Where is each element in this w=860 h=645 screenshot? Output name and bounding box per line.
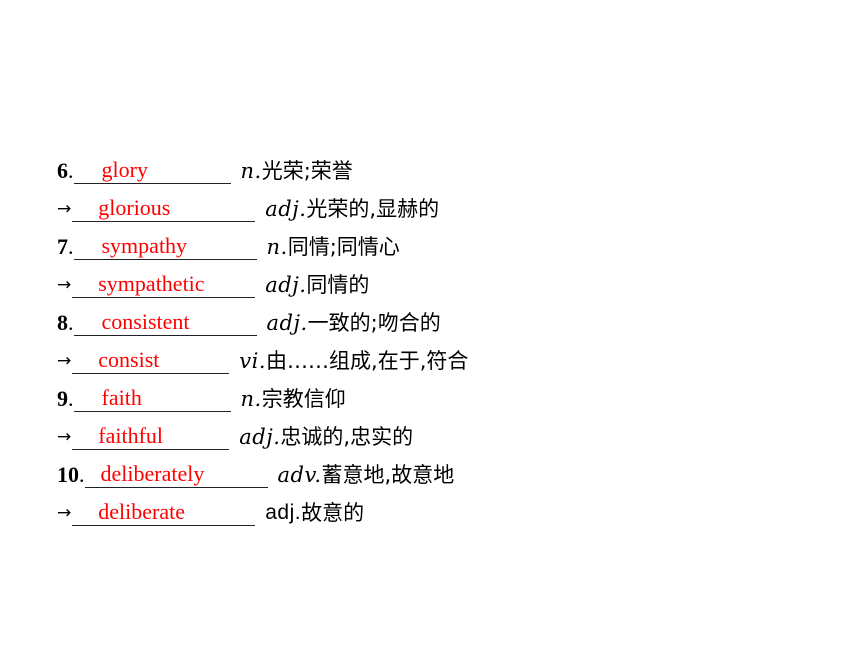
part-of-speech: adj. <box>265 501 302 524</box>
answer-text: sympathy <box>101 233 188 258</box>
definition: 同情的 <box>306 273 370 297</box>
definition: 同情;同情心 <box>287 235 400 259</box>
answer-blank: sympathy <box>73 233 257 260</box>
vocab-entry: → glorious adj. 光荣的,显赫的 <box>57 184 439 222</box>
answer-blank: glory <box>73 157 231 184</box>
answer-text: consist <box>98 347 160 372</box>
definition: 宗教信仰 <box>261 387 346 411</box>
part-of-speech: adj. <box>265 197 307 221</box>
item-number: 9 <box>57 386 68 411</box>
vocab-entry: 9. faith n. 宗教信仰 <box>57 374 346 412</box>
definition: 一致的;吻合的 <box>307 311 441 335</box>
answer-text: glory <box>101 157 148 182</box>
part-of-speech: adj. <box>239 425 281 449</box>
vocab-entry: → consist vi. 由……组成,在于,符合 <box>57 336 468 374</box>
vocab-entry: → deliberate adj. 故意的 <box>57 488 364 526</box>
derivation-arrow-icon: → <box>57 427 72 447</box>
part-of-speech: n. <box>240 159 262 183</box>
answer-blank: glorious <box>72 195 256 222</box>
answer-blank: consist <box>72 347 230 374</box>
part-of-speech: n. <box>266 235 288 259</box>
answer-blank: deliberate <box>72 499 256 526</box>
definition: 故意的 <box>301 501 365 525</box>
definition: 由……组成,在于,符合 <box>266 349 469 373</box>
answer-blank: faith <box>73 385 231 412</box>
item-number: 8 <box>57 310 68 335</box>
vocab-entry: → faithful adj. 忠诚的,忠实的 <box>57 412 413 450</box>
answer-text: sympathetic <box>98 271 205 296</box>
answer-text: consistent <box>101 309 190 334</box>
vocab-entry: → sympathetic adj. 同情的 <box>57 260 369 298</box>
definition: 蓄意地,故意地 <box>321 463 455 487</box>
answer-text: faith <box>101 385 142 410</box>
vocab-entry: 10. deliberately adv. 蓄意地,故意地 <box>57 450 454 488</box>
answer-blank: faithful <box>72 423 230 450</box>
answer-text: deliberately <box>100 461 205 486</box>
part-of-speech: adj. <box>266 311 308 335</box>
derivation-arrow-icon: → <box>57 503 72 523</box>
derivation-arrow-icon: → <box>57 351 72 371</box>
definition: 光荣;荣誉 <box>261 159 353 183</box>
part-of-speech: vi. <box>239 349 267 373</box>
item-number: 6 <box>57 158 68 183</box>
vocab-entry: 7. sympathy n. 同情;同情心 <box>57 222 400 260</box>
answer-text: faithful <box>98 423 164 448</box>
derivation-arrow-icon: → <box>57 275 72 295</box>
definition: 忠诚的,忠实的 <box>280 425 414 449</box>
part-of-speech: adv. <box>277 463 322 487</box>
part-of-speech: n. <box>240 387 262 411</box>
vocabulary-worksheet: 6. glory n. 光荣;荣誉 → glorious adj. 光荣的,显赫… <box>0 0 860 645</box>
answer-blank: sympathetic <box>72 271 256 298</box>
part-of-speech: adj. <box>265 273 307 297</box>
definition: 光荣的,显赫的 <box>306 197 440 221</box>
answer-blank: deliberately <box>84 461 268 488</box>
derivation-arrow-icon: → <box>57 199 72 219</box>
vocab-entry: 8. consistent adj. 一致的;吻合的 <box>57 298 441 336</box>
item-number: 7 <box>57 234 68 259</box>
item-number: 10 <box>57 462 79 487</box>
answer-text: glorious <box>98 195 171 220</box>
vocab-entry: 6. glory n. 光荣;荣誉 <box>57 146 353 184</box>
answer-blank: consistent <box>73 309 257 336</box>
answer-text: deliberate <box>98 499 185 524</box>
